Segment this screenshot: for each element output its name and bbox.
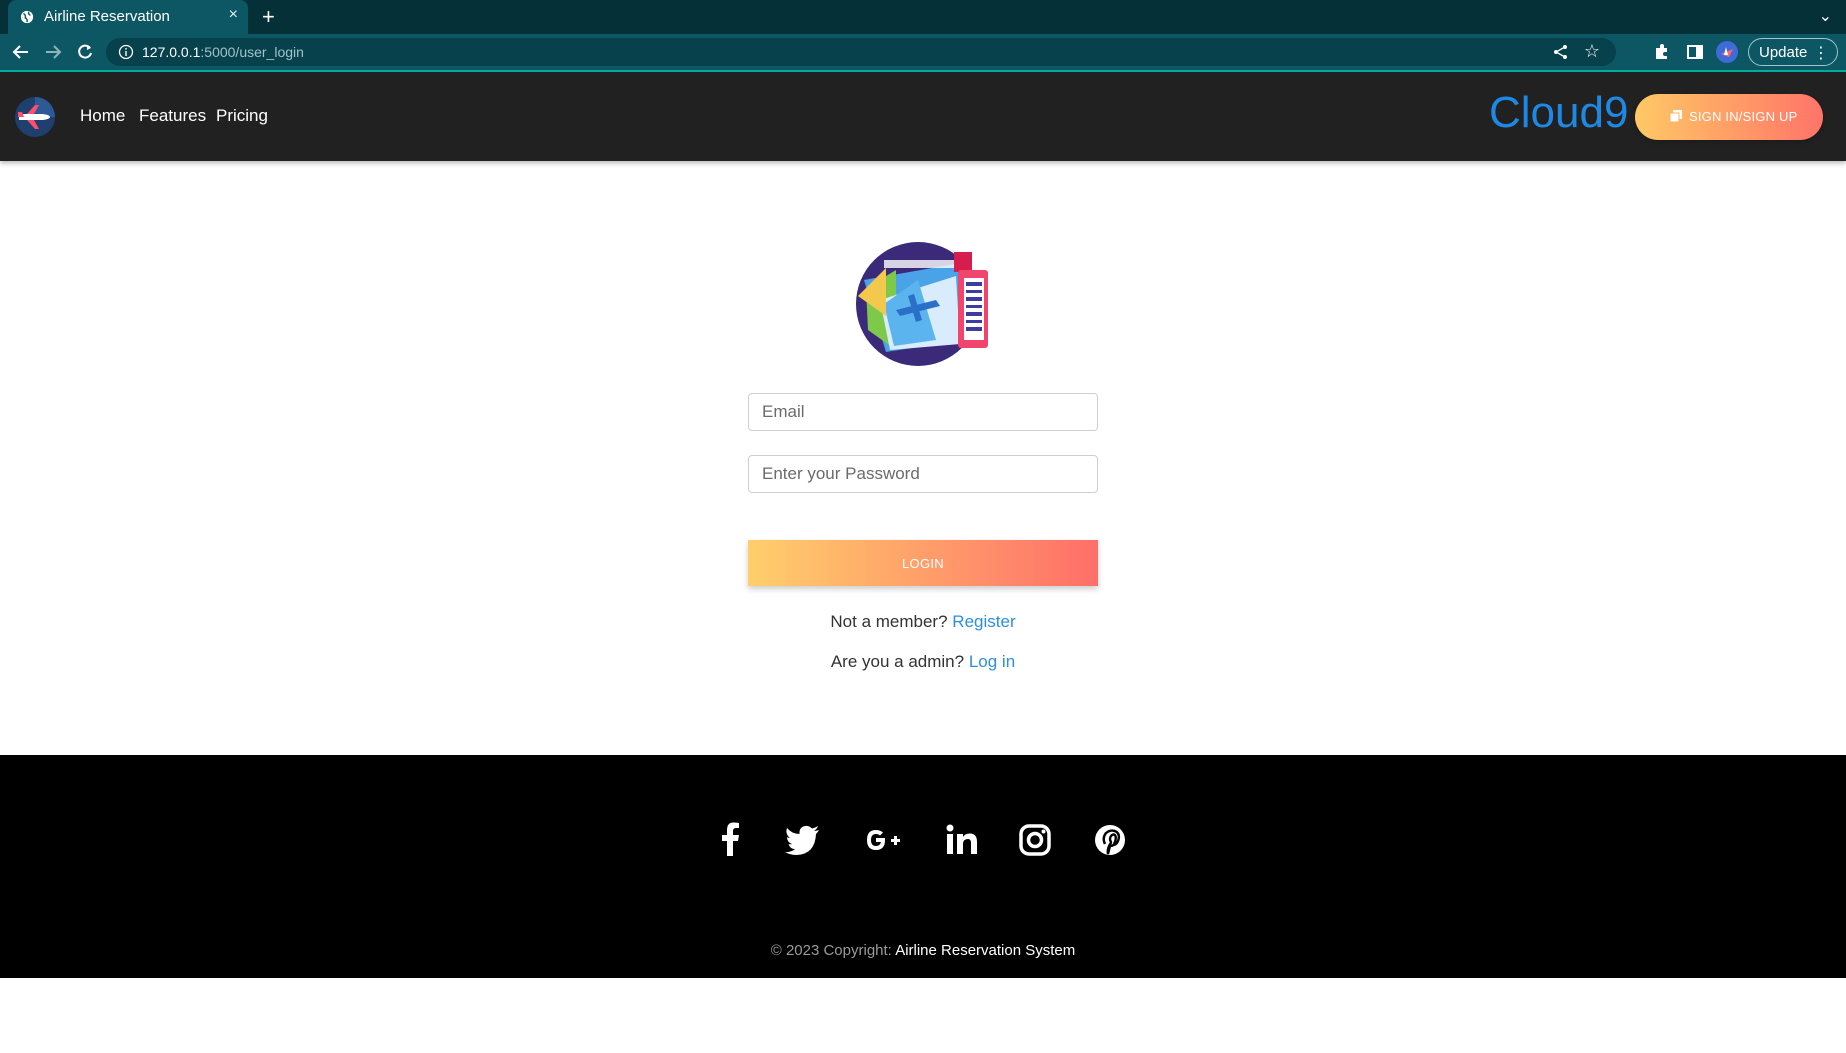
boarding-pass-illustration — [856, 242, 988, 366]
browser-tab[interactable]: Airline Reservation × — [8, 0, 248, 34]
copyright-prefix: © 2023 Copyright: — [770, 942, 892, 959]
side-panel-icon[interactable] — [1685, 42, 1705, 62]
back-arrow-icon[interactable] — [11, 42, 31, 62]
update-button[interactable]: Update ⋮ — [1748, 38, 1838, 66]
nav-link-home[interactable]: Home — [80, 106, 125, 126]
airplane-logo-icon[interactable] — [15, 97, 55, 137]
site-info-icon[interactable] — [118, 44, 134, 60]
register-prompt: Not a member? Register — [748, 612, 1098, 632]
bookmark-star-icon[interactable]: ☆ — [1584, 41, 1600, 62]
register-prompt-text: Not a member? — [830, 612, 948, 631]
nav-link-features[interactable]: Features — [139, 106, 206, 126]
share-icon[interactable] — [1552, 43, 1570, 61]
google-plus-icon[interactable] — [863, 820, 903, 860]
browser-toolbar: 127.0.0.1:5000/user_login ☆ Update ⋮ — [0, 34, 1846, 72]
url-text[interactable]: 127.0.0.1:5000/user_login — [142, 44, 304, 60]
copy-icon — [1669, 110, 1682, 123]
extensions-puzzle-icon[interactable] — [1652, 42, 1672, 62]
globe-icon — [20, 10, 34, 24]
twitter-icon[interactable] — [783, 820, 823, 860]
reload-icon[interactable] — [75, 42, 95, 62]
sign-in-sign-up-button[interactable]: SIGN IN/SIGN UP — [1635, 94, 1823, 140]
copyright-owner-link[interactable]: Airline Reservation System — [895, 942, 1075, 959]
password-input[interactable] — [748, 455, 1098, 493]
login-button[interactable]: LOGIN — [748, 540, 1098, 586]
copyright-text: © 2023 Copyright: Airline Reservation Sy… — [0, 942, 1846, 959]
admin-prompt: Are you a admin? Log in — [748, 652, 1098, 672]
nav-link-pricing[interactable]: Pricing — [216, 106, 268, 126]
app-navbar: Home Features Pricing Cloud9 SIGN IN/SIG… — [0, 72, 1846, 161]
more-menu-icon[interactable]: ⋮ — [1813, 43, 1829, 63]
browser-tab-bar: Airline Reservation × + ⌄ — [0, 0, 1846, 34]
linkedin-icon[interactable] — [942, 820, 982, 860]
tab-close-icon[interactable]: × — [229, 6, 238, 24]
register-link[interactable]: Register — [952, 612, 1015, 631]
profile-plane-icon — [1721, 47, 1733, 57]
admin-login-link[interactable]: Log in — [969, 652, 1015, 671]
tab-title: Airline Reservation — [44, 8, 170, 25]
address-bar[interactable]: 127.0.0.1:5000/user_login ☆ — [106, 38, 1616, 66]
footer: © 2023 Copyright: Airline Reservation Sy… — [0, 755, 1846, 978]
forward-arrow-icon[interactable] — [43, 42, 63, 62]
pinterest-icon[interactable] — [1090, 820, 1130, 860]
brand-title[interactable]: Cloud9 — [1489, 88, 1628, 138]
facebook-icon[interactable] — [711, 820, 751, 860]
instagram-icon[interactable] — [1015, 820, 1055, 860]
admin-prompt-text: Are you a admin? — [830, 652, 965, 671]
tab-search-chevron-icon[interactable]: ⌄ — [1819, 6, 1832, 26]
new-tab-button[interactable]: + — [262, 4, 275, 30]
email-input[interactable] — [748, 393, 1098, 431]
profile-avatar[interactable] — [1716, 41, 1738, 63]
